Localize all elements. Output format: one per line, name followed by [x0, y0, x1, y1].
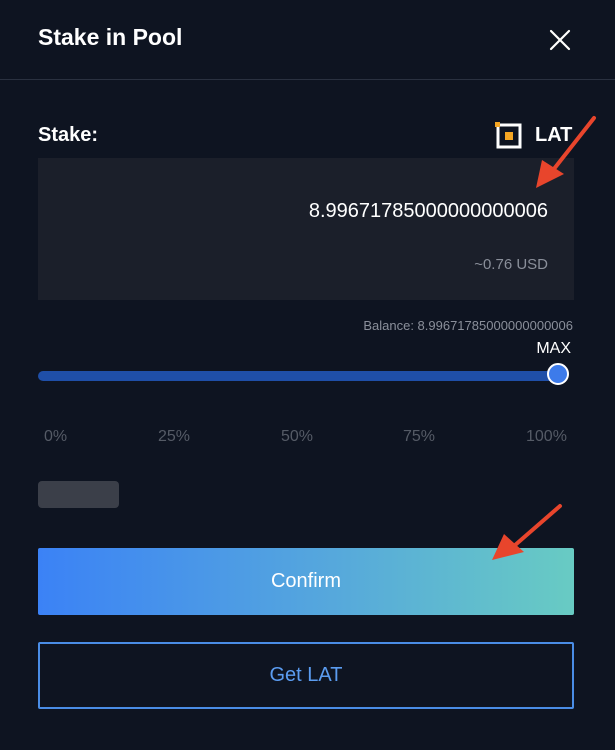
slider-mark-75[interactable]: 75%: [403, 428, 435, 446]
max-button[interactable]: MAX: [536, 340, 571, 358]
slider-mark-100[interactable]: 100%: [526, 428, 567, 446]
token-name: LAT: [535, 124, 573, 146]
slider-mark-0[interactable]: 0%: [44, 428, 67, 446]
get-lat-button[interactable]: Get LAT: [38, 642, 574, 709]
stake-amount-box: ~0.76 USD: [38, 158, 574, 300]
stake-slider-handle[interactable]: [547, 363, 569, 385]
confirm-button[interactable]: Confirm: [38, 548, 574, 615]
balance-text: Balance: 8.99671785000000000006: [363, 318, 573, 333]
slider-mark-50[interactable]: 50%: [281, 428, 313, 446]
stake-amount-input[interactable]: [68, 200, 548, 223]
stake-slider-track[interactable]: [38, 371, 558, 381]
modal-title: Stake in Pool: [38, 24, 183, 50]
stake-label: Stake:: [38, 124, 99, 146]
placeholder-chip: [38, 481, 119, 508]
modal-header: Stake in Pool: [0, 0, 615, 80]
usd-estimate: ~0.76 USD: [474, 256, 548, 273]
slider-mark-25[interactable]: 25%: [158, 428, 190, 446]
lat-token-icon: [494, 121, 524, 151]
close-icon[interactable]: [546, 26, 574, 54]
